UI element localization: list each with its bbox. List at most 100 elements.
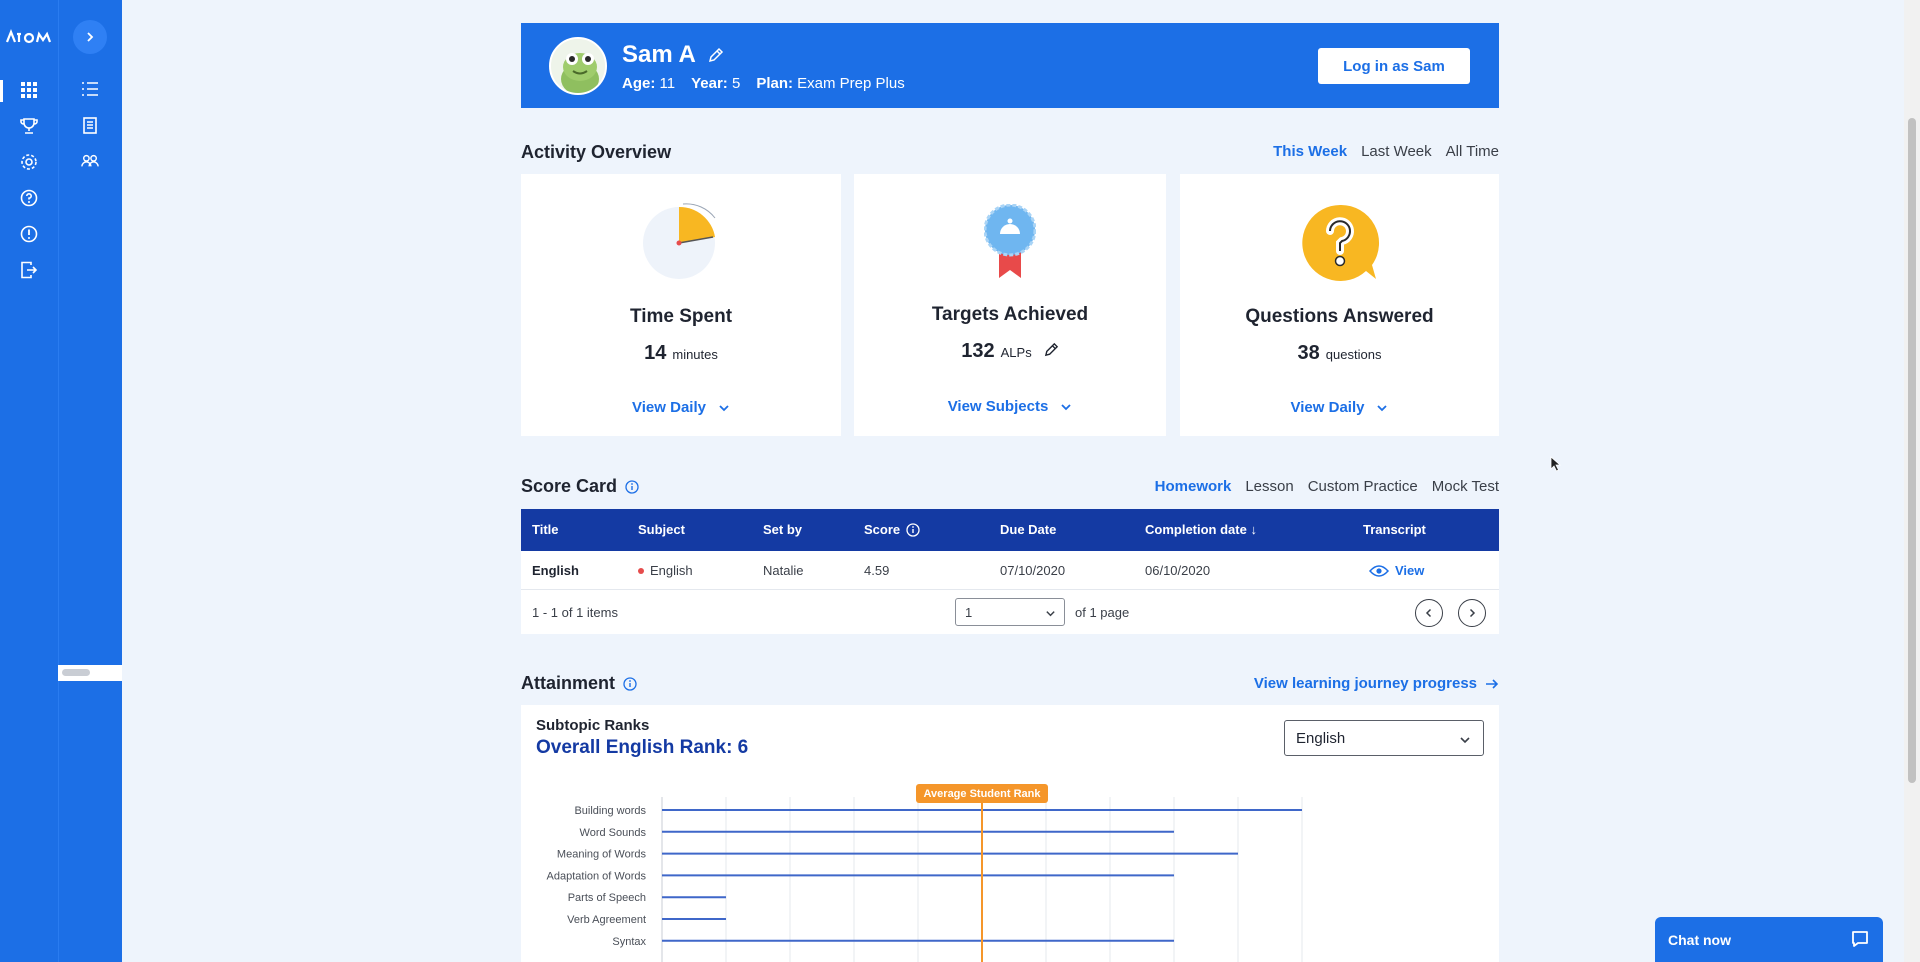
tab-all-time[interactable]: All Time xyxy=(1446,143,1499,160)
col-subject[interactable]: Subject xyxy=(638,522,685,537)
chevron-right-icon xyxy=(1469,608,1476,618)
col-due-date[interactable]: Due Date xyxy=(1000,522,1056,537)
tab-this-week[interactable]: This Week xyxy=(1273,143,1347,160)
info-icon[interactable] xyxy=(625,479,639,494)
table-header: Title Subject Set by Score Due Date Comp… xyxy=(521,509,1499,551)
profile-name: Sam A xyxy=(622,41,724,69)
plan-label: Plan: xyxy=(756,75,793,92)
chevron-down-icon xyxy=(1061,403,1071,410)
profile-banner: Sam A Age: 11 Year: 5 Plan: Exam Prep Pl… xyxy=(521,23,1499,108)
row-due-date: 07/10/2020 xyxy=(1000,563,1066,578)
year-label: Year: xyxy=(691,75,728,92)
help-icon[interactable] xyxy=(19,188,39,208)
score-card-tabs: Homework Lesson Custom Practice Mock Tes… xyxy=(1155,478,1499,495)
tab-last-week[interactable]: Last Week xyxy=(1361,143,1432,160)
timer-pie-icon xyxy=(643,203,716,279)
questions-answered-title: Questions Answered xyxy=(1245,306,1434,327)
targets-achieved-title: Targets Achieved xyxy=(931,304,1089,325)
dashboard-grid-icon[interactable] xyxy=(19,80,39,100)
col-score[interactable]: Score xyxy=(864,522,920,537)
category-label: Parts of Speech xyxy=(568,892,646,904)
view-transcript-link[interactable]: View xyxy=(1369,563,1424,578)
next-page-button[interactable] xyxy=(1458,599,1486,627)
info-icon[interactable] xyxy=(623,676,637,691)
table-pagination: 1 - 1 of 1 items 1 of 1 page xyxy=(521,590,1499,634)
col-set-by[interactable]: Set by xyxy=(763,522,802,537)
profile-meta: Age: 11 Year: 5 Plan: Exam Prep Plus xyxy=(622,75,905,92)
chat-now-widget[interactable]: Chat now xyxy=(1655,917,1883,962)
age-label: Age: xyxy=(622,75,656,92)
col-transcript[interactable]: Transcript xyxy=(1363,522,1426,537)
prev-page-button[interactable] xyxy=(1415,599,1443,627)
chevron-down-icon xyxy=(1377,404,1388,411)
category-label: Building words xyxy=(574,805,646,817)
average-rank-label: Average Student Rank xyxy=(924,788,1042,800)
attainment-card: Subtopic Ranks Overall English Rank: 6 E… xyxy=(521,705,1499,962)
page-scrollbar-thumb[interactable] xyxy=(1908,118,1916,783)
time-spent-view-daily[interactable]: View Daily xyxy=(521,399,841,416)
table-row: English English Natalie 4.59 07/10/2020 … xyxy=(521,551,1499,590)
activity-range-tabs: This Week Last Week All Time xyxy=(1273,143,1499,160)
settings-gear-icon[interactable] xyxy=(19,152,39,172)
row-set-by: Natalie xyxy=(763,563,804,578)
score-card-title: Score Card xyxy=(521,476,639,497)
category-label: Syntax xyxy=(612,936,646,948)
ribbon-badge-icon xyxy=(984,204,1036,278)
category-label: Adaptation of Words xyxy=(547,870,647,882)
info-icon[interactable] xyxy=(906,522,920,537)
chevron-down-icon xyxy=(1046,611,1055,617)
questions-answered-value: 38 questions xyxy=(1297,342,1382,364)
age-value: 11 xyxy=(659,75,676,92)
time-spent-card: Time Spent 14 minutes View Daily xyxy=(521,174,841,436)
chevron-down-icon xyxy=(1460,737,1470,744)
logout-icon[interactable] xyxy=(19,260,39,280)
tab-lesson[interactable]: Lesson xyxy=(1245,478,1293,495)
row-title: English xyxy=(532,563,579,578)
score-card-table: Title Subject Set by Score Due Date Comp… xyxy=(521,509,1499,634)
targets-view-subjects[interactable]: View Subjects xyxy=(854,398,1166,415)
eye-icon xyxy=(1369,564,1389,577)
col-completion-date[interactable]: Completion date ↓ xyxy=(1145,522,1257,537)
list-icon[interactable] xyxy=(79,78,101,100)
chat-bubble-icon xyxy=(1852,931,1868,947)
subject-dot xyxy=(638,567,644,574)
attainment-title: Attainment xyxy=(521,673,637,694)
trophy-icon[interactable] xyxy=(19,116,39,136)
tab-homework[interactable]: Homework xyxy=(1155,478,1232,495)
items-count: 1 - 1 of 1 items xyxy=(532,605,618,620)
page-select[interactable]: 1 xyxy=(955,598,1065,626)
category-label: Verb Agreement xyxy=(567,914,646,926)
edit-pencil-icon[interactable] xyxy=(708,47,724,63)
atom-logo[interactable] xyxy=(6,28,52,44)
page-total: of 1 page xyxy=(1075,605,1130,620)
page-scrollbar[interactable] xyxy=(1904,0,1920,962)
questions-view-daily[interactable]: View Daily xyxy=(1180,399,1499,416)
mouse-cursor-icon xyxy=(1550,456,1562,472)
row-completion-date: 06/10/2020 xyxy=(1145,563,1211,578)
primary-nav xyxy=(0,0,58,962)
arrow-right-icon xyxy=(1486,678,1499,689)
overall-rank: Overall English Rank: 6 xyxy=(536,737,749,758)
login-as-student-button[interactable]: Log in as Sam xyxy=(1318,48,1470,84)
tab-custom-practice[interactable]: Custom Practice xyxy=(1308,478,1418,495)
edit-pencil-icon[interactable] xyxy=(1044,342,1059,357)
learning-journey-link[interactable]: View learning journey progress xyxy=(1254,675,1499,692)
time-spent-value: 14 minutes xyxy=(644,342,718,364)
plan-value: Exam Prep Plus xyxy=(797,75,905,92)
alert-icon[interactable] xyxy=(19,224,39,244)
tab-mock-test[interactable]: Mock Test xyxy=(1432,478,1499,495)
clipboard-icon[interactable] xyxy=(79,114,101,136)
targets-achieved-value: 132 ALPs xyxy=(854,340,1166,363)
row-subject: English xyxy=(638,563,693,578)
users-icon[interactable] xyxy=(79,150,101,172)
subject-select[interactable]: English xyxy=(1284,720,1484,756)
subtopic-ranks-chart: Building words Word Sounds Meaning of Word… xyxy=(547,784,1303,962)
col-title[interactable]: Title xyxy=(532,522,559,537)
expand-nav-button[interactable] xyxy=(73,20,107,54)
time-spent-title: Time Spent xyxy=(629,306,733,327)
category-label: Word Sounds xyxy=(580,827,647,839)
nav-scrollbar-thumb[interactable] xyxy=(62,669,90,676)
student-name: Sam A xyxy=(622,41,696,68)
active-indicator xyxy=(0,80,3,102)
chevron-right-icon xyxy=(87,32,94,42)
